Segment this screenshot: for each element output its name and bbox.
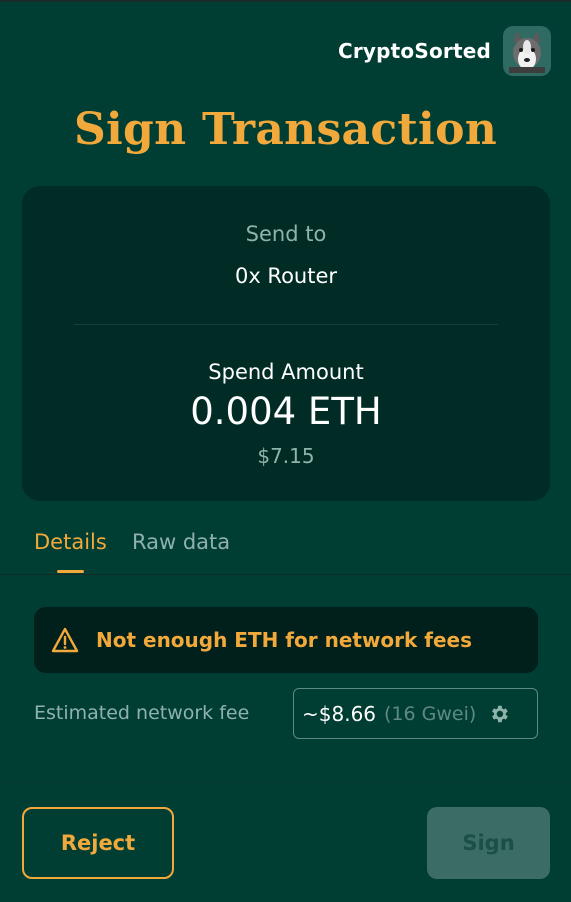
page-title: Sign Transaction [73,104,498,155]
warning-triangle-icon [50,625,80,655]
insufficient-funds-warning: Not enough ETH for network fees [34,607,538,673]
spend-amount-value: 0.004 ETH [190,390,382,433]
footer-divider [0,782,571,783]
reject-button[interactable]: Reject [22,807,174,879]
spend-amount-usd: $7.15 [257,444,315,468]
send-to-value: 0x Router [234,264,338,288]
network-fee-usd: ~$8.66 [302,701,377,726]
account-header[interactable]: CryptoSorted [338,26,551,76]
account-name: CryptoSorted [337,39,491,63]
network-fee-selector[interactable]: ~$8.66 (16 Gwei) [293,688,538,739]
warning-text: Not enough ETH for network fees [96,628,473,652]
account-avatar[interactable] [503,26,551,76]
sign-button[interactable]: Sign [427,807,550,879]
card-divider [74,324,498,325]
spend-amount-label: Spend Amount [208,360,364,384]
network-fee-gwei: (16 Gwei) [384,702,477,725]
network-fee-label: Estimated network fee [34,702,250,724]
tab-details[interactable]: Details [34,530,107,554]
husky-dog-avatar-icon [509,31,545,73]
window-top-border [0,0,571,2]
active-tab-indicator [57,570,84,573]
tab-raw-data[interactable]: Raw data [132,530,230,554]
transaction-summary-card: Send to 0x Router Spend Amount 0.004 ETH… [22,186,550,501]
tab-bar: Details Raw data [0,528,571,575]
gear-icon[interactable] [488,703,510,725]
send-to-label: Send to [245,222,327,246]
